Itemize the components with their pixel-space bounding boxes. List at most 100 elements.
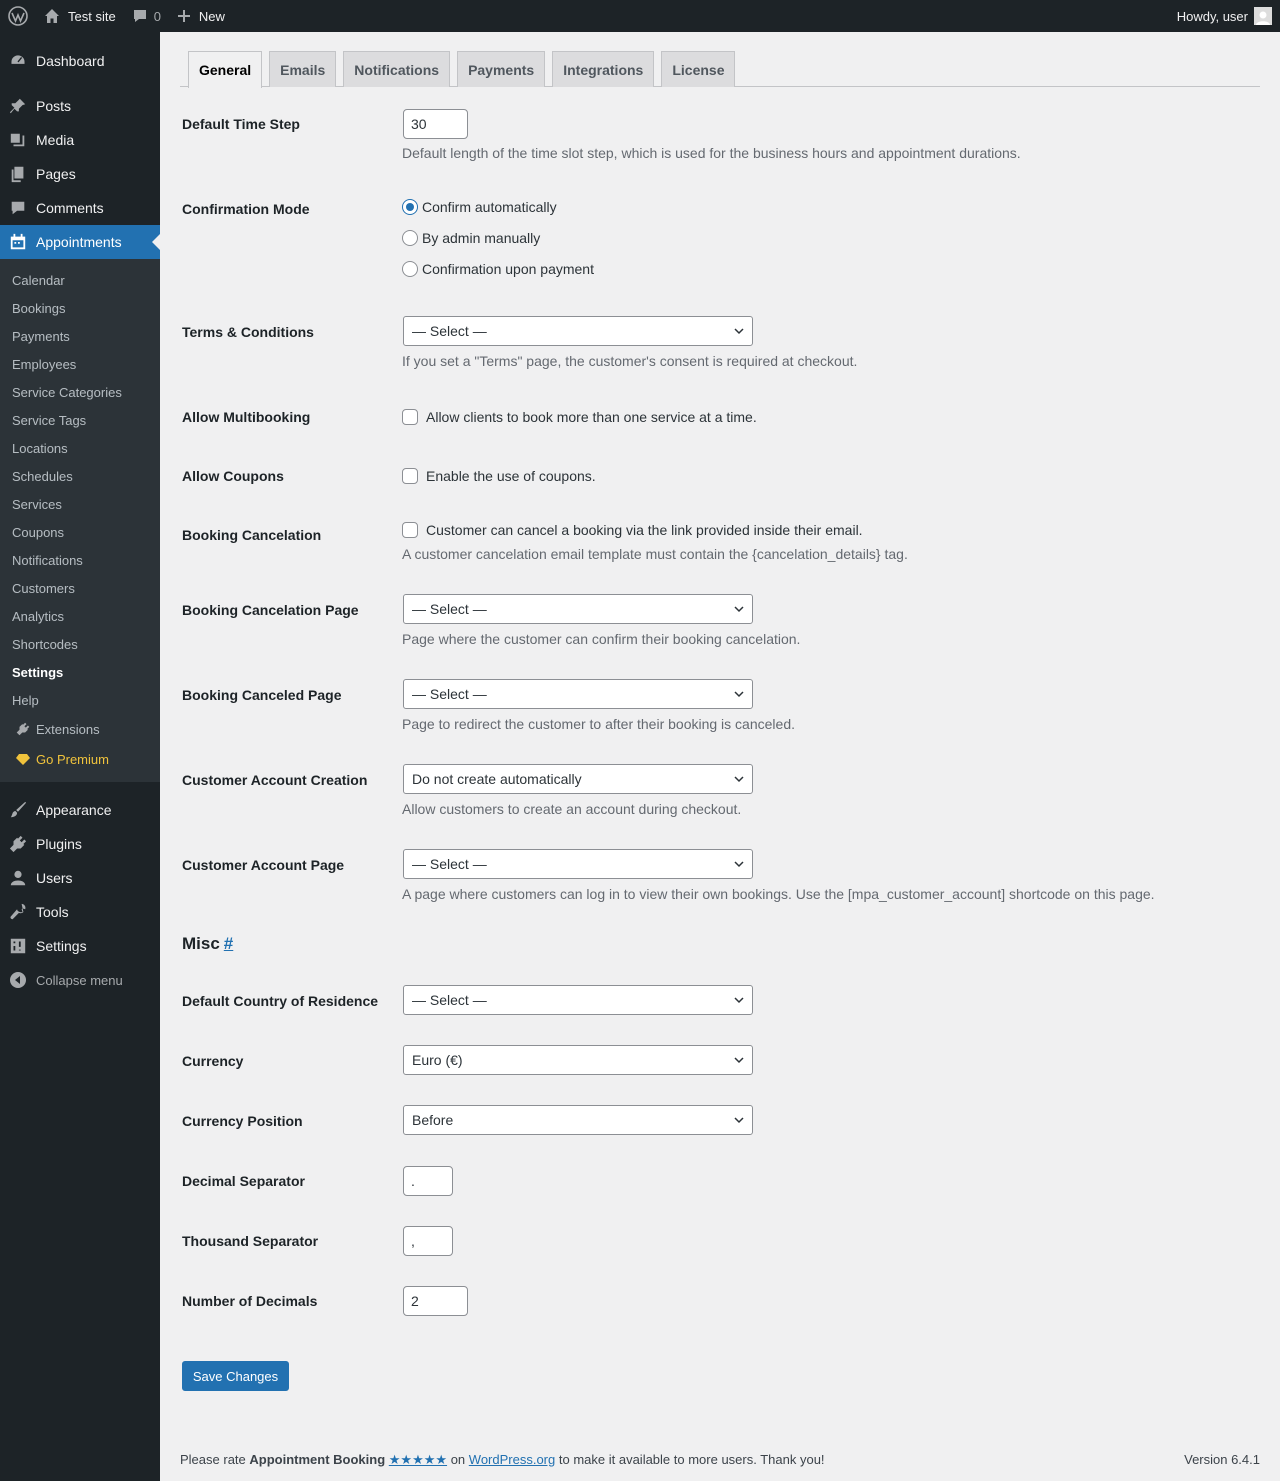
tab-license[interactable]: License xyxy=(661,51,736,87)
collapse-menu-button[interactable]: Collapse menu xyxy=(0,963,160,997)
collapse-label: Collapse menu xyxy=(36,972,123,988)
new-label: New xyxy=(198,8,225,24)
save-changes-button[interactable]: Save Changes xyxy=(182,1361,289,1391)
tab-general[interactable]: General xyxy=(188,51,263,88)
account-creation-description: Allow customers to create an account dur… xyxy=(402,801,742,817)
tab-integrations[interactable]: Integrations xyxy=(552,51,655,87)
submenu-locations[interactable]: Locations xyxy=(0,434,160,462)
decimals-input[interactable]: 2 xyxy=(403,1286,468,1316)
confirm-admin-option[interactable]: By admin manually xyxy=(402,230,540,246)
terms-select-value: — Select — xyxy=(412,323,487,339)
submenu-service-categories[interactable]: Service Categories xyxy=(0,378,160,406)
wordpress-org-link[interactable]: WordPress.org xyxy=(469,1452,555,1467)
menu-tools[interactable]: Tools xyxy=(0,895,160,929)
misc-anchor-link[interactable]: # xyxy=(224,934,233,953)
confirm-auto-option[interactable]: Confirm automatically xyxy=(402,199,557,215)
site-name-link[interactable]: Test site xyxy=(36,0,124,32)
new-content-link[interactable]: New xyxy=(169,0,233,32)
submenu-employees[interactable]: Employees xyxy=(0,350,160,378)
submenu-go-premium[interactable]: Go Premium xyxy=(0,744,160,774)
time-step-label: Default Time Step xyxy=(182,116,300,132)
confirm-auto-radio[interactable] xyxy=(402,199,418,215)
comments-link[interactable]: 0 xyxy=(124,0,169,32)
submenu-schedules[interactable]: Schedules xyxy=(0,462,160,490)
collapse-icon xyxy=(0,972,36,988)
submenu-service-tags[interactable]: Service Tags xyxy=(0,406,160,434)
confirm-payment-option[interactable]: Confirmation upon payment xyxy=(402,261,594,277)
country-value: — Select — xyxy=(412,992,487,1008)
currency-position-select[interactable]: Before xyxy=(403,1105,753,1135)
cancelation-checkbox[interactable] xyxy=(402,522,418,538)
submenu-customers[interactable]: Customers xyxy=(0,574,160,602)
coupons-option[interactable]: Enable the use of coupons. xyxy=(402,468,596,484)
menu-media[interactable]: Media xyxy=(0,123,160,157)
submenu-payments[interactable]: Payments xyxy=(0,322,160,350)
submenu-bookings[interactable]: Bookings xyxy=(0,294,160,322)
menu-plugins[interactable]: Plugins xyxy=(0,827,160,861)
wordpress-logo-icon[interactable] xyxy=(0,0,36,32)
menu-dashboard[interactable]: Dashboard xyxy=(0,44,160,78)
chevron-down-icon xyxy=(734,1055,744,1065)
submenu-notifications[interactable]: Notifications xyxy=(0,546,160,574)
chevron-down-icon xyxy=(734,774,744,784)
canceled-page-description: Page to redirect the customer to after t… xyxy=(402,716,795,732)
decimal-separator-input[interactable]: . xyxy=(403,1166,453,1196)
submenu-shortcodes[interactable]: Shortcodes xyxy=(0,630,160,658)
multibooking-label: Allow Multibooking xyxy=(182,409,311,425)
coupons-checkbox[interactable] xyxy=(402,468,418,484)
canceled-page-select[interactable]: — Select — xyxy=(403,679,753,709)
decimal-separator-label: Decimal Separator xyxy=(182,1173,305,1189)
multibooking-option[interactable]: Allow clients to book more than one serv… xyxy=(402,409,757,425)
tab-emails[interactable]: Emails xyxy=(269,51,337,87)
thousand-separator-input[interactable]: , xyxy=(403,1226,453,1256)
currency-select[interactable]: Euro (€) xyxy=(403,1045,753,1075)
settings-tabs: General Emails Notifications Payments In… xyxy=(180,51,1260,88)
go-premium-label: Go Premium xyxy=(36,751,109,767)
terms-select[interactable]: — Select — xyxy=(403,316,753,346)
menu-label: Plugins xyxy=(36,836,82,852)
cancelation-option[interactable]: Customer can cancel a booking via the li… xyxy=(402,522,863,538)
canceled-page-value: — Select — xyxy=(412,686,487,702)
multibooking-checkbox[interactable] xyxy=(402,409,418,425)
my-account-link[interactable]: Howdy, user xyxy=(1169,0,1280,32)
submenu-extensions[interactable]: Extensions xyxy=(0,714,160,744)
media-icon xyxy=(0,131,36,149)
submenu-calendar[interactable]: Calendar xyxy=(0,266,160,294)
menu-pages[interactable]: Pages xyxy=(0,157,160,191)
main-content: General Emails Notifications Payments In… xyxy=(160,32,1280,1481)
canceled-page-label: Booking Canceled Page xyxy=(182,687,342,703)
account-page-select[interactable]: — Select — xyxy=(403,849,753,879)
currency-position-value: Before xyxy=(412,1112,454,1128)
menu-comments[interactable]: Comments xyxy=(0,191,160,225)
plugin-icon xyxy=(16,722,36,736)
menu-settings[interactable]: Settings xyxy=(0,929,160,963)
confirmation-mode-label: Confirmation Mode xyxy=(182,201,310,217)
menu-users[interactable]: Users xyxy=(0,861,160,895)
menu-label: Posts xyxy=(36,98,72,114)
country-select[interactable]: — Select — xyxy=(403,985,753,1015)
admin-sidebar: Dashboard Posts Media Pages Comments App… xyxy=(0,32,160,1481)
account-creation-label: Customer Account Creation xyxy=(182,772,368,788)
submenu-settings[interactable]: Settings xyxy=(0,658,160,686)
confirm-admin-radio[interactable] xyxy=(402,230,418,246)
confirm-admin-label: By admin manually xyxy=(422,230,541,246)
rating-stars-link[interactable]: ★★★★★ xyxy=(389,1452,447,1467)
account-creation-select[interactable]: Do not create automatically xyxy=(403,764,753,794)
version-text: Version 6.4.1 xyxy=(1184,1452,1260,1467)
tab-payments[interactable]: Payments xyxy=(457,51,546,87)
account-page-value: — Select — xyxy=(412,856,487,872)
menu-posts[interactable]: Posts xyxy=(0,89,160,123)
submenu-analytics[interactable]: Analytics xyxy=(0,602,160,630)
time-step-input[interactable]: 30 xyxy=(403,109,468,139)
menu-appearance[interactable]: Appearance xyxy=(0,793,160,827)
plugin-icon xyxy=(0,835,36,853)
confirm-payment-radio[interactable] xyxy=(402,261,418,277)
submenu-services[interactable]: Services xyxy=(0,490,160,518)
plus-icon xyxy=(177,10,190,22)
menu-appointments[interactable]: Appointments xyxy=(0,225,160,259)
extensions-label: Extensions xyxy=(36,721,100,737)
submenu-help[interactable]: Help xyxy=(0,686,160,714)
submenu-coupons[interactable]: Coupons xyxy=(0,518,160,546)
tab-notifications[interactable]: Notifications xyxy=(343,51,451,87)
cancelation-page-select[interactable]: — Select — xyxy=(403,594,753,624)
